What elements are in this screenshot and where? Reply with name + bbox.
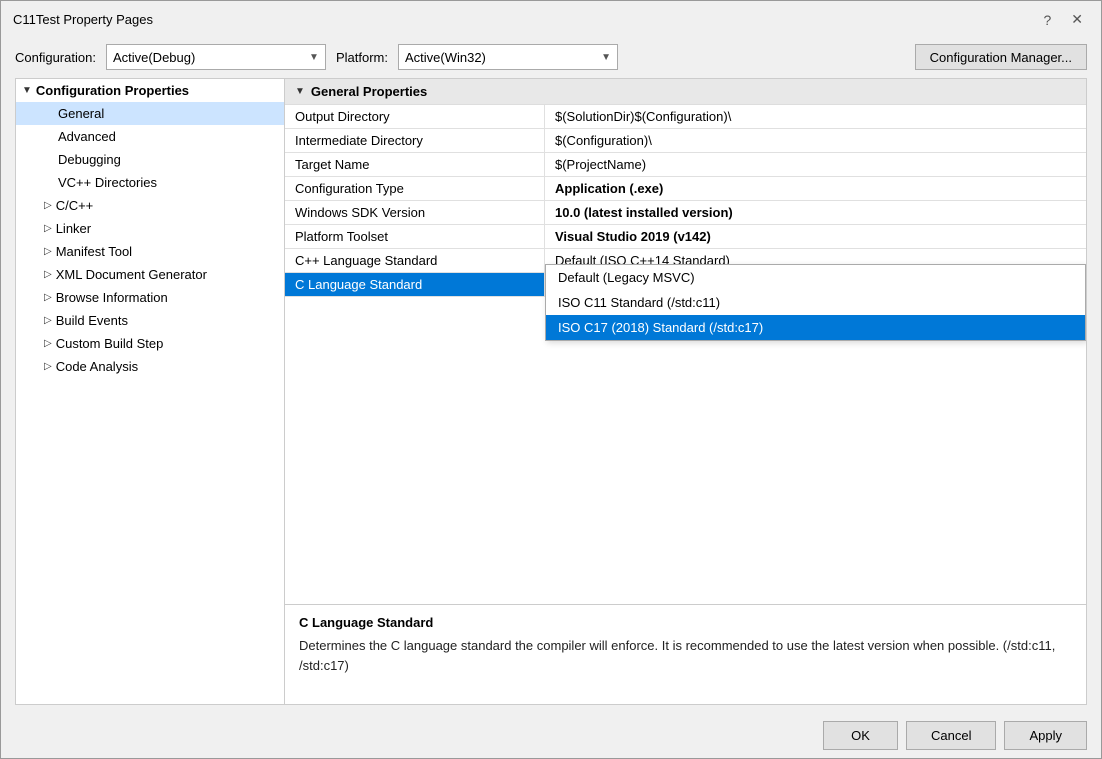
sidebar-item-linker[interactable]: ▷ Linker [16, 217, 284, 240]
platform-arrow-icon: ▼ [601, 52, 611, 63]
description-title: C Language Standard [299, 615, 1072, 630]
dropdown-option-c17-label: ISO C17 (2018) Standard (/std:c17) [558, 320, 763, 335]
sidebar-item-browse-info-label: Browse Information [56, 290, 168, 305]
sidebar-item-code-analysis[interactable]: ▷ Code Analysis [16, 355, 284, 378]
expand-browse-icon: ▷ [44, 292, 52, 303]
prop-value-platform-toolset: Visual Studio 2019 (v142) [545, 225, 1086, 248]
sidebar-section-title: Configuration Properties [36, 83, 189, 98]
configuration-dropdown[interactable]: Active(Debug) ▼ [106, 44, 326, 70]
sidebar-item-custom-build[interactable]: ▷ Custom Build Step [16, 332, 284, 355]
sidebar-item-advanced-label: Advanced [58, 129, 116, 144]
section-collapse-icon: ▼ [295, 86, 305, 97]
platform-dropdown[interactable]: Active(Win32) ▼ [398, 44, 618, 70]
properties-section-title: General Properties [311, 84, 427, 99]
config-manager-button[interactable]: Configuration Manager... [915, 44, 1087, 70]
main-content: ▼ Configuration Properties General Advan… [1, 78, 1101, 713]
close-button[interactable]: ✕ [1065, 9, 1089, 30]
prop-row-platform-toolset[interactable]: Platform Toolset Visual Studio 2019 (v14… [285, 225, 1086, 249]
config-bar: Configuration: Active(Debug) ▼ Platform:… [1, 36, 1101, 78]
footer: OK Cancel Apply [1, 713, 1101, 758]
sidebar-item-xml-doc-label: XML Document Generator [56, 267, 207, 282]
sidebar-item-custom-build-label: Custom Build Step [56, 336, 164, 351]
platform-value: Active(Win32) [405, 50, 486, 65]
expand-linker-icon: ▷ [44, 223, 52, 234]
prop-value-intermediate-dir: $(Configuration)\ [545, 129, 1086, 152]
ok-button[interactable]: OK [823, 721, 898, 750]
description-text: Determines the C language standard the c… [299, 636, 1072, 675]
prop-row-windows-sdk[interactable]: Windows SDK Version 10.0 (latest install… [285, 201, 1086, 225]
description-panel: C Language Standard Determines the C lan… [285, 604, 1086, 704]
c-lang-dropdown-panel[interactable]: Default (Legacy MSVC) ISO C11 Standard (… [545, 264, 1086, 341]
help-button[interactable]: ? [1037, 10, 1057, 30]
property-pages-dialog: C11Test Property Pages ? ✕ Configuration… [0, 0, 1102, 759]
sidebar-item-linker-label: Linker [56, 221, 91, 236]
right-panel: ▼ General Properties Output Directory $(… [285, 78, 1087, 705]
sidebar-item-advanced[interactable]: Advanced [16, 125, 284, 148]
prop-name-c-lang: C Language Standard [285, 273, 545, 296]
dropdown-option-c17[interactable]: ISO C17 (2018) Standard (/std:c17) [546, 315, 1085, 340]
sidebar-item-debugging-label: Debugging [58, 152, 121, 167]
platform-label: Platform: [336, 50, 388, 65]
prop-value-windows-sdk: 10.0 (latest installed version) [545, 201, 1086, 224]
sidebar-item-cpp[interactable]: ▷ C/C++ [16, 194, 284, 217]
dropdown-option-c11[interactable]: ISO C11 Standard (/std:c11) [546, 290, 1085, 315]
sidebar-item-debugging[interactable]: Debugging [16, 148, 284, 171]
prop-name-target-name: Target Name [285, 153, 545, 176]
sidebar-item-code-analysis-label: Code Analysis [56, 359, 138, 374]
sidebar-item-vc-dirs[interactable]: VC++ Directories [16, 171, 284, 194]
prop-name-config-type: Configuration Type [285, 177, 545, 200]
prop-row-target-name[interactable]: Target Name $(ProjectName) [285, 153, 1086, 177]
properties-area: ▼ General Properties Output Directory $(… [285, 79, 1086, 604]
dropdown-option-default-msvc[interactable]: Default (Legacy MSVC) [546, 265, 1085, 290]
expand-build-events-icon: ▷ [44, 315, 52, 326]
prop-name-cpp-lang: C++ Language Standard [285, 249, 545, 272]
sidebar-item-manifest-tool[interactable]: ▷ Manifest Tool [16, 240, 284, 263]
prop-name-platform-toolset: Platform Toolset [285, 225, 545, 248]
prop-name-windows-sdk: Windows SDK Version [285, 201, 545, 224]
properties-section-header: ▼ General Properties [285, 79, 1086, 105]
prop-row-config-type[interactable]: Configuration Type Application (.exe) [285, 177, 1086, 201]
sidebar-item-general-label: General [58, 106, 104, 121]
prop-row-output-dir[interactable]: Output Directory $(SolutionDir)$(Configu… [285, 105, 1086, 129]
sidebar-item-manifest-tool-label: Manifest Tool [56, 244, 132, 259]
sidebar-item-browse-info[interactable]: ▷ Browse Information [16, 286, 284, 309]
configuration-value: Active(Debug) [113, 50, 195, 65]
sidebar-section-header[interactable]: ▼ Configuration Properties [16, 79, 284, 102]
sidebar-item-xml-doc[interactable]: ▷ XML Document Generator [16, 263, 284, 286]
sidebar: ▼ Configuration Properties General Advan… [15, 78, 285, 705]
sidebar-item-general[interactable]: General [16, 102, 284, 125]
expand-manifest-icon: ▷ [44, 246, 52, 257]
configuration-arrow-icon: ▼ [309, 52, 319, 63]
expand-custom-build-icon: ▷ [44, 338, 52, 349]
cancel-button[interactable]: Cancel [906, 721, 996, 750]
prop-value-target-name: $(ProjectName) [545, 153, 1086, 176]
expand-code-analysis-icon: ▷ [44, 361, 52, 372]
sidebar-item-build-events[interactable]: ▷ Build Events [16, 309, 284, 332]
dropdown-option-default-msvc-label: Default (Legacy MSVC) [558, 270, 695, 285]
sidebar-item-vc-dirs-label: VC++ Directories [58, 175, 157, 190]
expand-cpp-icon: ▷ [44, 200, 52, 211]
prop-value-config-type: Application (.exe) [545, 177, 1086, 200]
sidebar-item-build-events-label: Build Events [56, 313, 128, 328]
expand-xml-icon: ▷ [44, 269, 52, 280]
apply-button[interactable]: Apply [1004, 721, 1087, 750]
prop-name-output-dir: Output Directory [285, 105, 545, 128]
sidebar-item-cpp-label: C/C++ [56, 198, 94, 213]
config-label: Configuration: [15, 50, 96, 65]
prop-name-intermediate-dir: Intermediate Directory [285, 129, 545, 152]
titlebar: C11Test Property Pages ? ✕ [1, 1, 1101, 36]
dropdown-option-c11-label: ISO C11 Standard (/std:c11) [558, 295, 720, 310]
prop-value-output-dir: $(SolutionDir)$(Configuration)\ [545, 105, 1086, 128]
titlebar-controls: ? ✕ [1037, 9, 1089, 30]
dialog-title: C11Test Property Pages [13, 12, 153, 27]
prop-row-intermediate-dir[interactable]: Intermediate Directory $(Configuration)\ [285, 129, 1086, 153]
collapse-icon: ▼ [22, 85, 32, 96]
